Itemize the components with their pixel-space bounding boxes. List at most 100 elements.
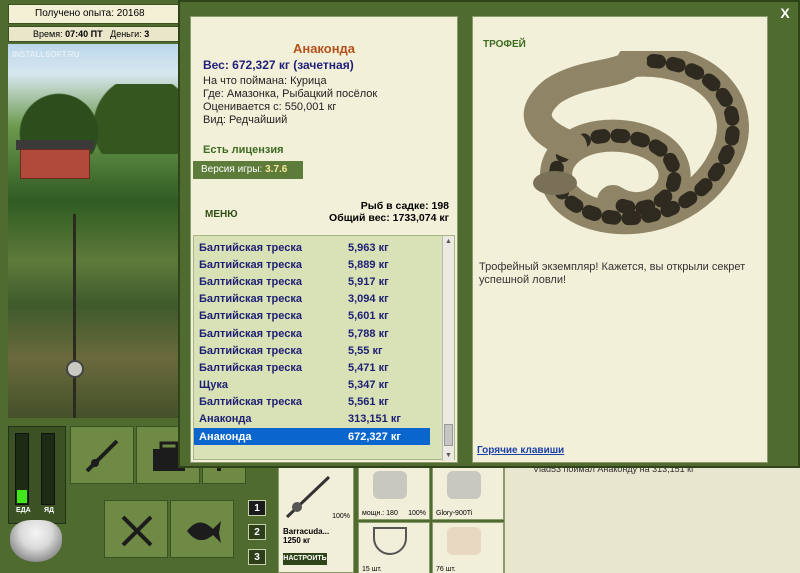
fish-name: Балтийская треска [199,241,302,254]
time-value: 07:40 ПТ [65,29,103,39]
fish-weight: 5,788 кг [348,327,389,340]
catch-list[interactable]: Балтийская треска 5,963 кг Балтийская трес… [193,235,455,461]
license-status: Есть лицензия [203,144,284,156]
hotkeys-link[interactable]: Горячие клавиши [477,445,564,456]
fish-weight: 672,327 кг [348,430,401,443]
experience-strip: Получено опыта: 20168 [8,4,180,24]
list-item[interactable]: Балтийская треска 3,094 кг [194,291,444,308]
close-button[interactable]: X [778,6,792,20]
line-slot[interactable]: Glory-900Ti [432,466,504,520]
rod-icon [285,475,331,519]
tab-button-3[interactable]: 3 [248,549,266,565]
food-tool-button[interactable] [104,500,168,558]
watermark: INSTALLSOFT.RU [12,50,80,59]
fish-name: Анаконда [199,413,252,426]
slot-caption: мощн.: 180 [362,510,398,517]
fish-weight: 5,561 кг [348,396,389,409]
fish-name: Балтийская треска [199,293,302,306]
version-label: Версия игры: [201,164,263,175]
fork-knife-icon [121,515,153,547]
list-item[interactable]: Щука 5,347 кг [194,377,444,394]
fish-weight: 313,151 кг [348,413,401,426]
trophy-description: Трофейный экземпляр! Кажется, вы открыли… [479,261,746,286]
fish-name: Анаконда [199,430,252,443]
time-label: Время: [33,29,63,39]
chicken-bait-icon [447,527,481,555]
fish-name: Щука [199,379,228,392]
fish-title: Анаконда [292,41,356,56]
list-item[interactable]: Балтийская треска 5,963 кг [194,239,444,256]
catch-list-rows: Балтийская треска 5,963 кг Балтийская трес… [194,236,444,461]
slot-caption: 76 шт. [436,566,456,573]
anaconda-image [523,51,749,235]
version-badge: Версия игры: 3.7.6 [193,161,303,179]
time-money-strip: Время: 07:40 ПТ Деньги: 3 [8,26,180,42]
list-item[interactable]: Балтийская треска 5,917 кг [194,273,444,290]
scroll-down-icon[interactable]: ▼ [444,451,453,460]
scroll-up-icon[interactable]: ▲ [444,237,453,246]
fish-name: Балтийская треска [199,310,302,323]
tab-button-1[interactable]: 1 [248,500,266,516]
line-slot-icon [447,471,481,499]
list-item[interactable]: Анаконда 672,327 кг [194,428,430,446]
fish-name: Балтийская треска [199,327,302,340]
cauldron-icon[interactable] [10,520,62,562]
fish-name: Балтийская треска [199,258,302,271]
food-meter-fill [17,490,27,503]
reel-slot-icon [373,471,407,499]
fish-weight: 5,347 кг [348,379,389,392]
tab-button-2[interactable]: 2 [248,524,266,540]
food-meter-label: ЕДА [16,507,31,514]
location-info: Где: Амазонка, Рыбацкий посёлок [203,88,378,100]
experience-value: 20168 [116,8,145,19]
cage-summary: Рыб в садке: 198 Общий вес: 1733,074 кг [329,200,449,224]
money-value: 3 [144,29,150,39]
fish-weight: 5,963 кг [348,241,389,254]
fishing-scene[interactable]: INSTALLSOFT.RU [8,44,178,418]
value-info: Оценивается с: 550,001 кг [203,101,337,113]
money-label: Деньги: [110,29,142,39]
reel-slot[interactable]: мощн.: 180 100% [358,466,430,520]
rarity-info: Вид: Редчайший [203,114,288,126]
fish-name: Балтийская треска [199,396,302,409]
rods-tool-button[interactable] [70,426,134,484]
rod-durability: 100% [332,513,350,520]
rod-weight: 1250 кг [283,536,311,545]
rod-name-text: Barracuda... [283,527,330,536]
catch-list-scrollbar[interactable]: ▲ ▼ [442,236,454,461]
list-item[interactable]: Балтийская треска 5,788 кг [194,325,444,342]
cage-total-weight: Общий вес: 1733,074 кг [329,212,449,224]
fish-weight: 3,094 кг [348,293,389,306]
slot-caption: Glory-900Ti [436,510,473,517]
list-item[interactable]: Анаконда 313,151 кг [194,411,444,428]
bait-meter-label: ЯД [44,507,55,514]
meters-panel: ЕДА ЯД [8,426,66,524]
menu-button[interactable]: МЕНЮ [205,209,238,220]
rod-card[interactable]: 100% Barracuda... 1250 кг НАСТРОИТЬ [278,466,354,573]
setup-button[interactable]: НАСТРОИТЬ [283,553,327,565]
scroll-thumb[interactable] [444,424,453,446]
bait-info: На что поймана: Курица [203,75,327,87]
bait-slot[interactable]: 76 шт. [432,522,504,573]
fish-weight: 5,601 кг [348,310,389,323]
list-item[interactable]: Балтийская треска 5,55 кг [194,342,444,359]
fish-name: Балтийская треска [199,344,302,357]
version-value: 3.7.6 [265,164,288,175]
fish-weight: 5,917 кг [348,275,389,288]
fish-icon [187,521,221,543]
list-item[interactable]: Балтийская треска 5,561 кг [194,394,444,411]
hook-slot[interactable]: 15 шт. [358,522,430,573]
list-item[interactable]: Балтийская треска 5,889 кг [194,256,444,273]
bait-meter [41,433,55,505]
fish-weight: Вес: 672,327 кг (зачетная) [203,58,354,72]
fish-name: Балтийская треска [199,275,302,288]
list-item[interactable]: Балтийская треска 5,471 кг [194,359,444,376]
catch-dialog: X Анаконда Вес: 672,327 кг (зачетная) На… [178,0,800,468]
slot-percent: 100% [408,510,426,517]
fish-weight: 5,55 кг [348,344,383,357]
fish-book-button[interactable] [170,500,234,558]
rod-name: Barracuda... 1250 кг [283,527,329,545]
experience-label: Получено опыта: [35,8,114,19]
list-item[interactable]: Балтийская треска 5,601 кг [194,308,444,325]
catch-info-panel: Анаконда Вес: 672,327 кг (зачетная) На ч… [190,16,458,463]
